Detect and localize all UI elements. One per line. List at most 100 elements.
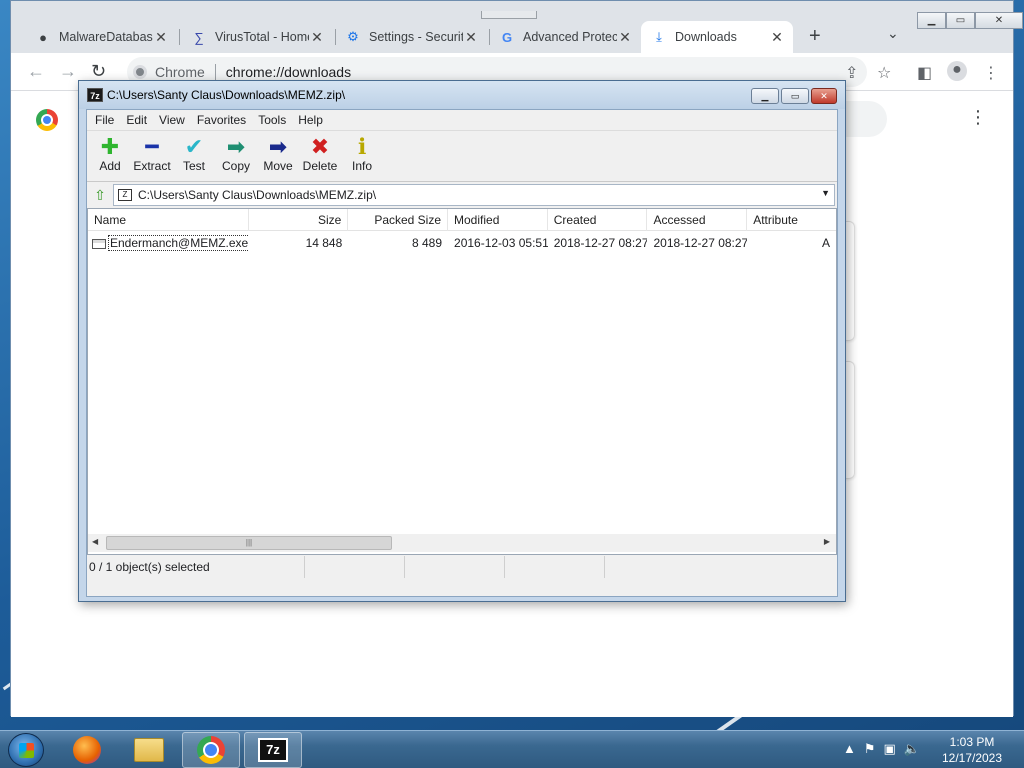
column-header-size[interactable]: Size xyxy=(249,209,349,231)
tab-virustotal[interactable]: ∑ VirusTotal - Home ✕ xyxy=(181,21,333,53)
menu-file[interactable]: File xyxy=(89,113,120,127)
menu-view[interactable]: View xyxy=(153,113,191,127)
maximize-button[interactable]: ▭ xyxy=(781,88,809,104)
windows-logo-icon xyxy=(19,743,34,758)
chevron-down-icon[interactable]: ▼ xyxy=(821,188,830,198)
tab-separator xyxy=(179,29,180,45)
github-icon: ● xyxy=(39,29,47,45)
scroll-left-arrow-icon[interactable]: ◀ xyxy=(92,537,98,546)
window-drag-handle[interactable] xyxy=(481,11,537,19)
delete-button[interactable]: ✖ Delete xyxy=(299,131,341,181)
side-panel-icon[interactable]: ◧ xyxy=(917,63,932,83)
new-tab-button[interactable]: + xyxy=(809,25,821,48)
profile-avatar-icon[interactable]: ● xyxy=(947,61,967,81)
folder-up-icon[interactable]: ⇧ xyxy=(87,184,113,206)
cell-attributes: A xyxy=(821,236,830,250)
cell-modified: 2016-12-03 05:51 xyxy=(454,236,548,250)
archive-icon: Z xyxy=(118,189,132,201)
7zip-app-icon: 7z xyxy=(87,88,103,102)
taskbar-clock[interactable]: 1:03 PM 12/17/2023 xyxy=(936,734,1008,766)
clock-date: 12/17/2023 xyxy=(941,751,1003,765)
close-icon[interactable]: ✕ xyxy=(617,29,633,46)
clock-time: 1:03 PM xyxy=(949,735,995,749)
path-text: C:\Users\Santy Claus\Downloads\MEMZ.zip\ xyxy=(138,188,377,202)
download-icon: ⤓ xyxy=(656,29,662,44)
close-icon[interactable]: ✕ xyxy=(769,29,785,46)
reload-icon[interactable]: ↻ xyxy=(91,61,106,82)
forward-icon[interactable]: → xyxy=(59,61,77,82)
tab-search-button[interactable]: ⌄ xyxy=(887,25,899,42)
test-icon: ✔ xyxy=(184,134,204,159)
extract-button[interactable]: ━ Extract xyxy=(131,131,173,181)
status-selection: 0 / 1 object(s) selected xyxy=(87,556,305,578)
add-icon: ✚ xyxy=(100,134,120,159)
scrollbar-thumb[interactable]: ||| xyxy=(106,536,392,550)
show-hidden-icons-icon[interactable]: ▲ xyxy=(843,741,856,757)
add-button[interactable]: ✚ Add xyxy=(89,131,131,181)
close-icon[interactable]: ✕ xyxy=(309,29,325,46)
chrome-icon xyxy=(133,65,147,79)
executable-file-icon xyxy=(92,238,106,249)
taskbar-explorer[interactable] xyxy=(120,732,178,768)
move-button[interactable]: ➡ Move xyxy=(257,131,299,181)
close-button[interactable]: ✕ xyxy=(975,12,1023,29)
table-row[interactable]: Endermanch@MEMZ.exe 14 848 8 489 2016-12… xyxy=(88,233,836,253)
close-icon[interactable]: ✕ xyxy=(463,29,479,46)
site-chip[interactable]: Chrome xyxy=(133,64,205,80)
menu-edit[interactable]: Edit xyxy=(120,113,153,127)
cell-size: 14 848 xyxy=(305,236,343,250)
volume-icon[interactable]: 🔈 xyxy=(904,741,920,757)
file-name: Endermanch@MEMZ.exe xyxy=(108,235,249,251)
column-header-created[interactable]: Created xyxy=(548,209,648,231)
minimize-button[interactable]: ▁ xyxy=(917,12,946,29)
settings-gear-icon: ⚙ xyxy=(347,29,359,44)
column-header-modified[interactable]: Modified xyxy=(448,209,548,231)
copy-button[interactable]: ➡ Copy xyxy=(215,131,257,181)
path-combobox[interactable]: Z C:\Users\Santy Claus\Downloads\MEMZ.zi… xyxy=(113,184,835,206)
share-icon[interactable]: ⇪ xyxy=(845,63,858,83)
info-label: Info xyxy=(351,159,372,173)
close-icon[interactable]: ✕ xyxy=(153,29,169,46)
move-icon: ➡ xyxy=(268,134,288,159)
tab-advanced-protection[interactable]: G Advanced Protection ✕ xyxy=(489,21,641,53)
column-header-packed-size[interactable]: Packed Size xyxy=(348,209,449,231)
action-center-flag-icon[interactable]: ⚑ xyxy=(864,741,876,757)
minimize-button[interactable]: ▁ xyxy=(751,88,779,104)
tab-downloads[interactable]: ⤓ Downloads ✕ xyxy=(641,21,793,53)
cell-packed-size: 8 489 xyxy=(411,236,443,250)
window-title: C:\Users\Santy Claus\Downloads\MEMZ.zip\ xyxy=(107,88,346,102)
menu-tools[interactable]: Tools xyxy=(252,113,292,127)
taskbar-7zip[interactable]: 7z xyxy=(244,732,302,768)
tab-settings[interactable]: ⚙ Settings - Security ✕ xyxy=(335,21,487,53)
network-icon[interactable]: ▣ xyxy=(884,741,896,757)
taskbar-firefox[interactable] xyxy=(58,732,116,768)
menu-favorites[interactable]: Favorites xyxy=(191,113,252,127)
column-header-attributes[interactable]: Attribute xyxy=(747,209,836,231)
menu-help[interactable]: Help xyxy=(292,113,329,127)
window-caption-buttons: ▁ ▭ ✕ xyxy=(917,12,1023,29)
column-header-name[interactable]: Name xyxy=(88,209,249,231)
status-pane xyxy=(305,556,405,578)
omnibox-divider xyxy=(214,64,216,80)
column-header-accessed[interactable]: Accessed xyxy=(647,209,748,231)
horizontal-scrollbar[interactable]: ◀ ||| ▶ xyxy=(88,534,836,552)
test-button[interactable]: ✔ Test xyxy=(173,131,215,181)
system-tray: ▲ ⚑ ▣ 🔈 xyxy=(843,741,920,757)
close-button[interactable]: ✕ xyxy=(811,88,837,104)
more-menu-icon[interactable]: ⋮ xyxy=(983,63,999,83)
7zip-icon: 7z xyxy=(258,738,288,762)
scroll-right-arrow-icon[interactable]: ▶ xyxy=(824,537,830,546)
taskbar-chrome[interactable] xyxy=(182,732,240,768)
info-button[interactable]: ℹ Info xyxy=(341,131,383,181)
tab-malwaredatabase[interactable]: ● MalwareDatabase ✕ xyxy=(25,21,177,53)
start-button[interactable] xyxy=(8,733,44,767)
google-icon: G xyxy=(501,29,513,45)
bookmark-star-icon[interactable]: ☆ xyxy=(877,63,891,83)
file-explorer-icon xyxy=(134,738,164,762)
cell-accessed: 2018-12-27 08:27 xyxy=(653,236,748,250)
7zip-toolbar: ✚ Add ━ Extract ✔ Test ➡ Copy ➡ Move ✖ D… xyxy=(87,130,837,182)
maximize-button[interactable]: ▭ xyxy=(946,12,975,29)
7zip-titlebar[interactable]: 7z C:\Users\Santy Claus\Downloads\MEMZ.z… xyxy=(79,81,845,109)
more-actions-icon[interactable]: ⋮ xyxy=(969,107,987,128)
back-icon[interactable]: ← xyxy=(27,61,45,82)
